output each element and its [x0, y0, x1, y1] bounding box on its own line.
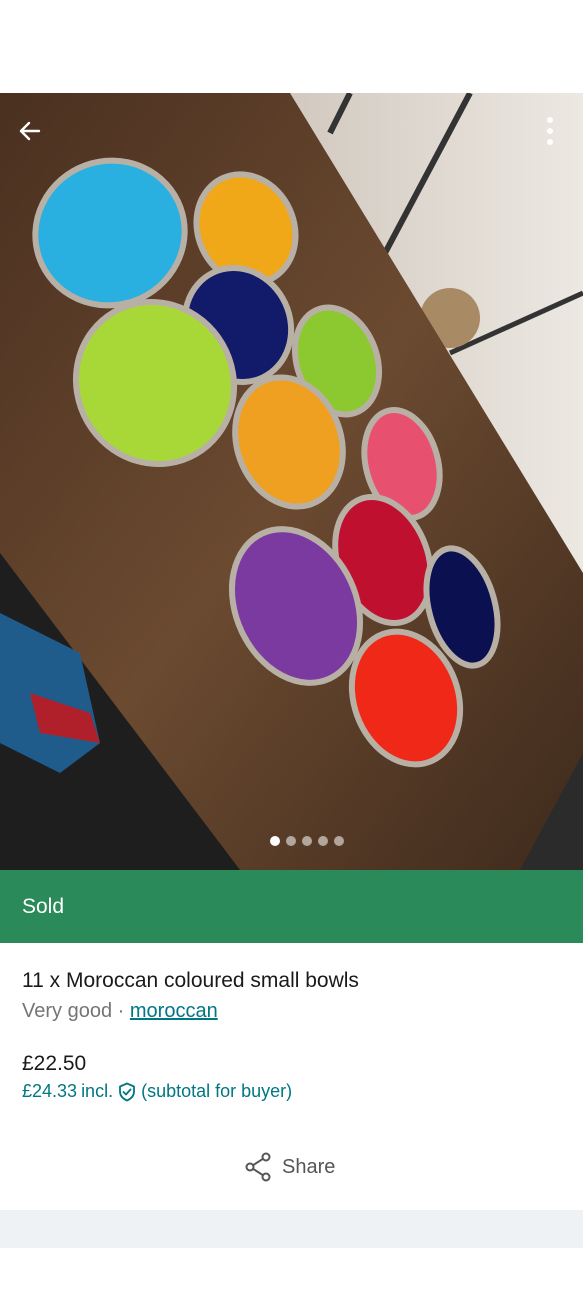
buyer-price-incl: incl.	[81, 1081, 114, 1101]
brand-link[interactable]: moroccan	[130, 1000, 218, 1022]
carousel-dot[interactable]	[333, 836, 344, 846]
more-options-button[interactable]	[530, 111, 570, 151]
arrow-left-icon	[19, 121, 41, 141]
shield-check-icon	[119, 1082, 135, 1101]
sold-status-banner: Sold	[0, 870, 583, 943]
item-condition: Very good	[22, 1000, 113, 1022]
sold-label: Sold	[22, 894, 65, 918]
separator: ·	[117, 1000, 125, 1022]
carousel-dot[interactable]	[285, 836, 296, 846]
buyer-price-note: (subtotal for buyer)	[141, 1081, 293, 1101]
back-button[interactable]	[10, 111, 50, 151]
more-vertical-icon	[547, 117, 553, 145]
carousel-dot[interactable]	[301, 836, 312, 846]
product-image	[0, 93, 583, 870]
buyer-protection-price[interactable]: £24.33 incl. (subtotal for buyer)	[22, 1081, 292, 1102]
share-icon	[245, 1152, 271, 1182]
section-divider	[0, 1210, 583, 1248]
product-photo[interactable]	[0, 93, 583, 870]
carousel-dot[interactable]	[317, 836, 328, 846]
share-button[interactable]: Share	[244, 1152, 335, 1182]
carousel-dot[interactable]	[269, 836, 280, 846]
carousel-indicator	[0, 836, 583, 846]
share-label: Share	[282, 1155, 336, 1178]
item-title: 11 x Moroccan coloured small bowls	[22, 969, 359, 992]
buyer-price-value: £24.33	[22, 1081, 78, 1101]
item-price: £22.50	[22, 1052, 87, 1075]
item-details: Very good · moroccan	[22, 1000, 218, 1023]
